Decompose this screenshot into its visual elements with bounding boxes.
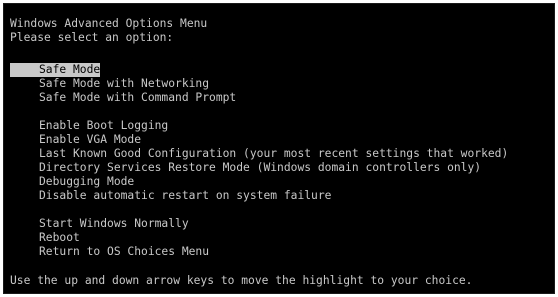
menu-title: Windows Advanced Options Menu bbox=[10, 17, 208, 30]
option-last-known-good-configuration[interactable]: Last Known Good Configuration (your most… bbox=[10, 147, 508, 161]
option-safe-mode[interactable]: Safe Mode bbox=[10, 63, 101, 77]
option-enable-boot-logging[interactable]: Enable Boot Logging bbox=[10, 119, 168, 133]
option-label: Enable Boot Logging bbox=[39, 119, 169, 132]
option-label: Disable automatic restart on system fail… bbox=[39, 189, 332, 202]
option-disable-automatic-restart[interactable]: Disable automatic restart on system fail… bbox=[10, 189, 331, 203]
option-label: Safe Mode with Command Prompt bbox=[39, 91, 237, 104]
option-label: Debugging Mode bbox=[39, 175, 135, 188]
option-label: Last Known Good Configuration (your most… bbox=[39, 147, 509, 160]
option-label: Enable VGA Mode bbox=[39, 133, 142, 146]
option-enable-vga-mode[interactable]: Enable VGA Mode bbox=[10, 133, 141, 147]
option-directory-services-restore-mode[interactable]: Directory Services Restore Mode (Windows… bbox=[10, 161, 481, 175]
option-debugging-mode[interactable]: Debugging Mode bbox=[10, 175, 134, 189]
option-label: Safe Mode with Networking bbox=[39, 77, 210, 90]
boot-menu-screen: Windows Advanced Options Menu Please sel… bbox=[3, 3, 555, 294]
option-label: Reboot bbox=[39, 231, 80, 244]
option-label: Directory Services Restore Mode (Windows… bbox=[39, 161, 482, 174]
option-label: Return to OS Choices Menu bbox=[39, 245, 210, 258]
option-return-to-os-choices[interactable]: Return to OS Choices Menu bbox=[10, 245, 209, 259]
option-reboot[interactable]: Reboot bbox=[10, 231, 80, 245]
option-safe-mode-command-prompt[interactable]: Safe Mode with Command Prompt bbox=[10, 91, 236, 105]
footer-instructions: Use the up and down arrow keys to move t… bbox=[10, 274, 473, 287]
option-label: Safe Mode bbox=[39, 63, 101, 76]
option-safe-mode-networking[interactable]: Safe Mode with Networking bbox=[10, 77, 209, 91]
menu-prompt: Please select an option: bbox=[10, 31, 174, 44]
option-start-windows-normally[interactable]: Start Windows Normally bbox=[10, 217, 189, 231]
option-label: Start Windows Normally bbox=[39, 217, 189, 230]
